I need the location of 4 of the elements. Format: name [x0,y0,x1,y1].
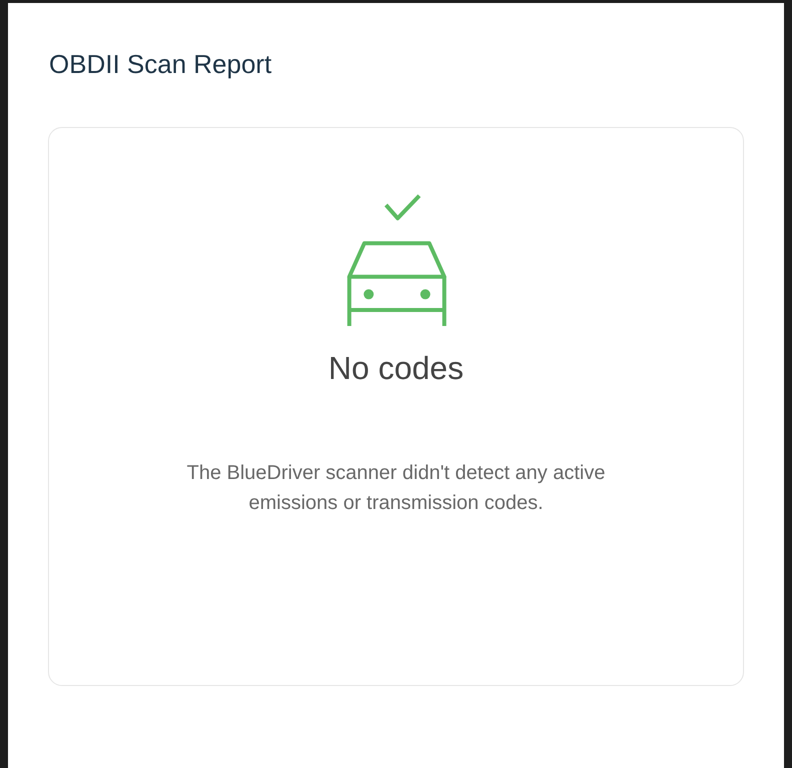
result-heading: No codes [328,349,464,388]
page-title: OBDII Scan Report [49,48,273,81]
car-check-icon [346,192,446,326]
result-message: The BlueDriver scanner didn't detect any active emissions or transmission codes. [186,461,606,516]
